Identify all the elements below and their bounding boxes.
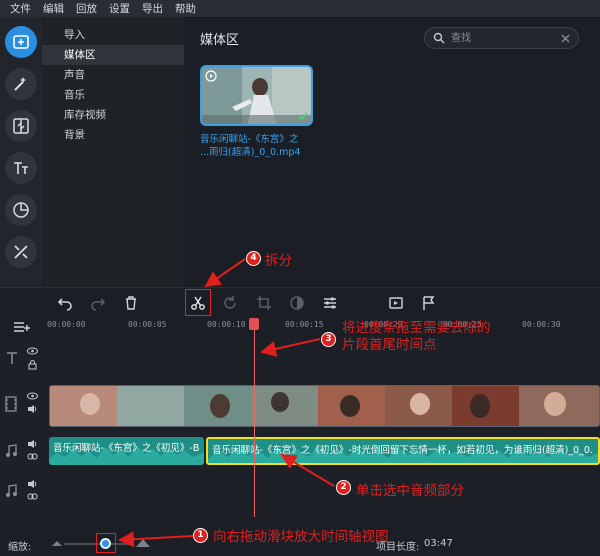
annotation-arrow-2 xyxy=(280,453,335,487)
annotation-arrow-3 xyxy=(260,338,321,357)
annotation-text-2: 单击选中音频部分 xyxy=(356,483,464,499)
annotation-badge-1: 1 xyxy=(193,528,208,543)
annotation-badge-4: 4 xyxy=(246,251,261,266)
annotation-text-3-line1: 将进度条拖至需要去除的 xyxy=(342,320,491,336)
annotation-arrow-4 xyxy=(204,258,246,288)
annotation-text-4: 拆分 xyxy=(265,253,292,269)
annotation-arrows xyxy=(118,258,335,548)
annotation-arrow-1 xyxy=(118,531,194,548)
annotation-text-1: 向右拖动滑块放大时间轴视图 xyxy=(213,529,389,545)
annotation-text-3-line2: 片段首尾时间点 xyxy=(342,337,437,353)
annotation-badge-2: 2 xyxy=(336,480,351,495)
annotation-badge-3: 3 xyxy=(321,332,336,347)
annotation-text-3: 将进度条拖至需要去除的 片段首尾时间点 xyxy=(342,320,491,354)
